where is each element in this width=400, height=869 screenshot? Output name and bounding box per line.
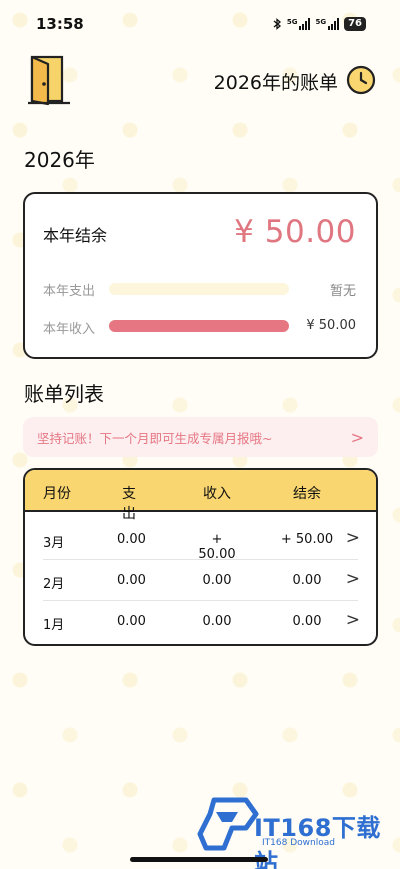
sim2-network-label: 5G — [315, 18, 327, 26]
signal-sim2-icon: 5G — [315, 18, 340, 30]
row-income: 0.00 — [202, 614, 232, 629]
page-header: 2026年的账单 — [0, 52, 400, 106]
watermark-logo-icon — [197, 797, 259, 851]
income-bar-fill — [109, 320, 289, 332]
watermark: IT168下载站 IT168 Download — [196, 794, 396, 869]
clock-icon[interactable] — [346, 65, 376, 95]
status-indicators: 5G 5G 76 — [273, 17, 366, 31]
balance-value: ¥ 50.00 — [234, 214, 356, 250]
row-expense: 0.00 — [117, 532, 146, 547]
row-month: 2月 — [43, 577, 65, 592]
sim1-network-label: 5G — [286, 18, 298, 26]
row-income: 0.00 — [202, 573, 232, 588]
row-balance: + 50.00 — [280, 532, 334, 547]
banner-text: 坚持记账！下一个月即可生成专属月报哦~ — [37, 430, 273, 446]
year-heading: 2026年 — [24, 148, 95, 172]
chevron-right-icon: > — [345, 528, 360, 548]
signal-sim1-icon: 5G — [287, 18, 311, 30]
row-expense: 0.00 — [117, 614, 146, 629]
table-row[interactable]: 3月 0.00 + 50.00 + 50.00 > — [25, 518, 376, 562]
status-time: 13:58 — [36, 15, 84, 33]
row-balance: 0.00 — [292, 614, 322, 629]
header-income: 收入 — [203, 486, 231, 502]
income-value: ¥ 50.00 — [306, 318, 356, 333]
monthly-bill-table: 月份 支出 收入 结余 3月 0.00 + 50.00 + 50.00 > 2月… — [23, 468, 378, 646]
row-month: 3月 — [43, 536, 65, 551]
chevron-right-icon: > — [345, 569, 360, 589]
table-header: 月份 支出 收入 结余 — [25, 470, 376, 522]
monthly-report-banner[interactable]: 坚持记账！下一个月即可生成专属月报哦~ > — [23, 417, 378, 457]
chevron-right-icon: > — [350, 427, 364, 447]
door-exit-icon[interactable] — [26, 54, 76, 106]
bluetooth-icon — [273, 18, 281, 30]
table-row[interactable]: 1月 0.00 0.00 0.00 > — [25, 600, 376, 641]
page-title[interactable]: 2026年的账单 — [214, 68, 338, 95]
header-balance: 结余 — [293, 486, 321, 502]
row-expense: 0.00 — [117, 573, 146, 588]
expense-value: 暂无 — [329, 284, 356, 299]
header-expense: 支出 — [122, 486, 136, 522]
income-bar — [109, 320, 289, 332]
table-row[interactable]: 2月 0.00 0.00 0.00 > — [25, 559, 376, 600]
row-balance: 0.00 — [292, 573, 322, 588]
watermark-subtitle: IT168 Download — [262, 838, 335, 848]
chevron-right-icon: > — [345, 610, 360, 630]
expense-bar — [109, 283, 289, 295]
balance-label: 本年结余 — [43, 226, 108, 245]
row-income: + 50.00 — [198, 532, 236, 562]
expense-label: 本年支出 — [43, 284, 96, 299]
row-month: 1月 — [43, 618, 65, 633]
status-bar: 13:58 5G 5G 76 — [0, 0, 400, 48]
bill-list-heading: 账单列表 — [24, 382, 104, 406]
battery-indicator: 76 — [344, 17, 366, 31]
header-month: 月份 — [43, 486, 71, 502]
annual-summary-card: 本年结余 ¥ 50.00 本年支出 暂无 本年收入 ¥ 50.00 — [23, 192, 378, 359]
home-indicator[interactable] — [130, 857, 268, 862]
income-label: 本年收入 — [43, 322, 96, 337]
